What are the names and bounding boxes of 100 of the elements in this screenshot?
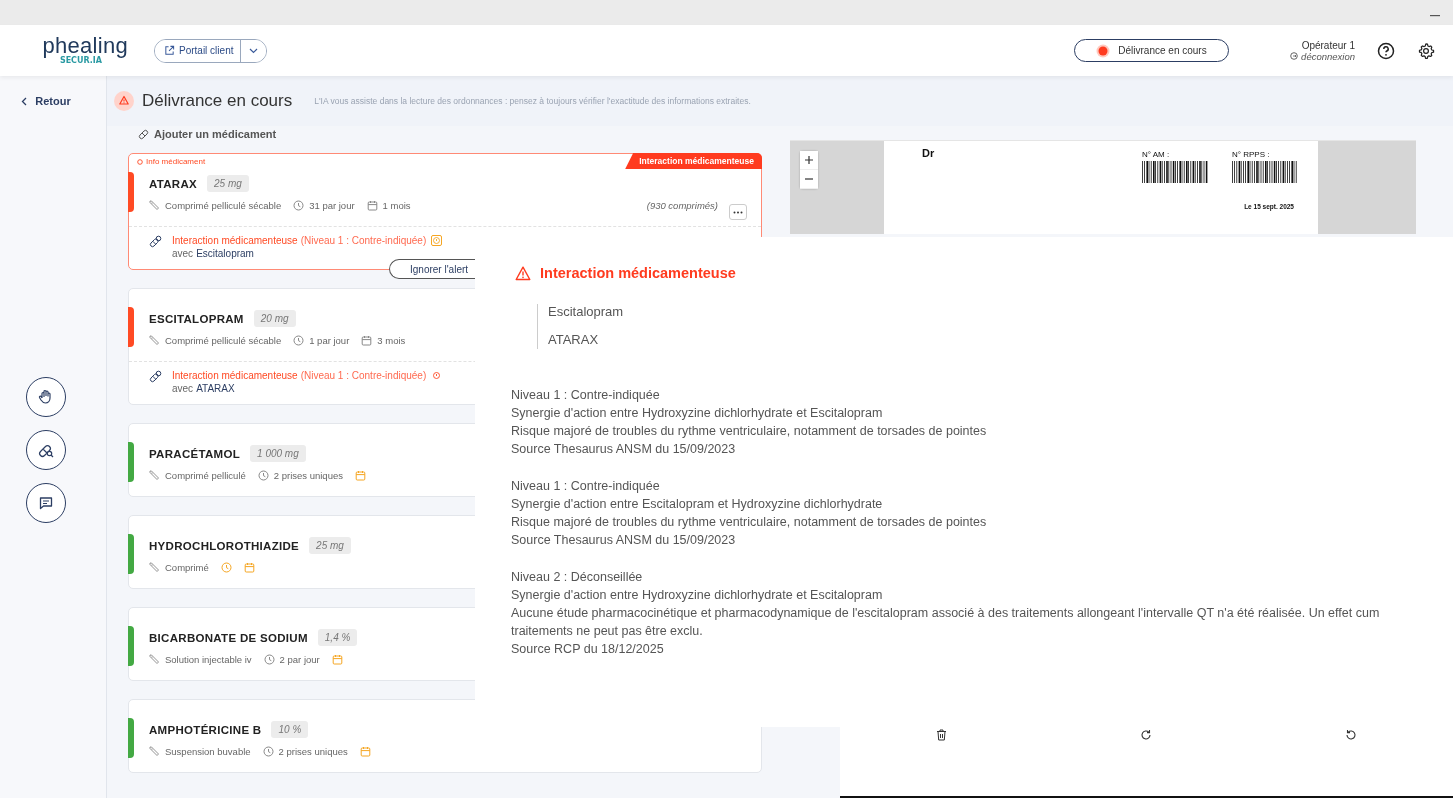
chevron-left-icon xyxy=(21,96,28,106)
tag-icon xyxy=(149,334,160,346)
frequency-text: 2 prises uniques xyxy=(278,745,348,757)
popup-title: Interaction médicamenteuse xyxy=(540,265,736,281)
frequency-text: 2 par jour xyxy=(279,653,320,665)
interaction-detail-line: Niveau 1 : Contre-indiquée xyxy=(511,478,661,495)
frequency-text: 31 par jour xyxy=(309,199,355,211)
zoom-out-button[interactable] xyxy=(800,170,818,189)
interaction-detail-line: traitements ne peut pas être exclu. xyxy=(511,623,704,640)
dose-label: 1 000 mg xyxy=(250,445,306,462)
interaction-detail-line: Niveau 1 : Contre-indiquée xyxy=(511,387,661,404)
barcode-drawing xyxy=(1142,161,1208,183)
chat-icon xyxy=(38,495,54,511)
frequency-text: 2 prises uniques xyxy=(273,469,343,481)
calendar-icon xyxy=(354,469,366,481)
warning-badge-icon xyxy=(114,91,134,111)
operator-name: Opérateur 1 xyxy=(1301,39,1355,51)
logo-wordmark: phealing xyxy=(42,36,128,56)
medication-name: ESCITALOPRAM xyxy=(149,312,244,325)
interaction-detail-line: Niveau 2 : Déconseillée xyxy=(511,569,644,586)
dose-label: 10 % xyxy=(271,721,309,738)
interaction-detail-line: Risque majoré de troubles du rythme ventriculaire, notamment de torsades de pointes xyxy=(511,514,988,531)
am-number-label: N° AM : xyxy=(1142,150,1171,159)
doctor-text: Dr xyxy=(922,147,935,161)
duration-text: 1 mois xyxy=(382,199,411,211)
trash-icon[interactable] xyxy=(936,729,948,741)
plus-icon xyxy=(805,156,813,164)
info-label: Info médicament xyxy=(137,157,206,166)
interaction-detail-line: Synergie d'action entre Hydroxyzine dichlorhydrate et Escitalopram xyxy=(511,405,884,422)
calendar-icon xyxy=(361,334,373,346)
minimize-icon[interactable] xyxy=(1430,15,1440,17)
calendar-icon xyxy=(331,653,343,665)
interaction-tag: Interaction médicamenteuse xyxy=(625,153,762,169)
help-icon[interactable] xyxy=(1377,41,1395,60)
clock-icon xyxy=(293,334,305,346)
back-link[interactable]: Retour xyxy=(21,95,71,107)
interaction-detail-line: Synergie d'action entre Hydroxyzine dichlorhydrate et Escitalopram xyxy=(511,587,884,604)
form-text: Comprimé pelliculé sécable xyxy=(165,334,282,346)
pills-icon xyxy=(149,370,162,383)
interaction-detail-line: Aucune étude pharmacocinétique et pharmacodynamique de l'escitalopram associé à des traitements allongeant l'intervalle QT n'a été réalisée. Un effet cum xyxy=(511,605,1381,622)
medication-name: PARACÉTAMOL xyxy=(149,447,241,460)
dose-label: 25 mg xyxy=(309,537,351,554)
zoom-in-button[interactable] xyxy=(800,151,818,170)
external-link-icon xyxy=(164,45,175,56)
logo-tagline: SECUR.IA xyxy=(59,56,102,65)
form-text: Comprimé pelliculé sécable xyxy=(165,199,282,211)
add-medication-link[interactable]: Ajouter un médicament xyxy=(138,126,762,142)
interaction-drug: Escitalopram xyxy=(196,248,254,259)
frequency-text: 1 par jour xyxy=(309,334,350,346)
hand-check-button[interactable] xyxy=(26,377,66,417)
medication-name: ATARAX xyxy=(149,177,197,190)
form-text: Suspension buvable xyxy=(165,745,251,757)
barcode-drawing xyxy=(1232,161,1298,183)
portal-button[interactable]: Portail client xyxy=(155,39,242,62)
logout-link[interactable]: déconnexion xyxy=(1290,50,1355,62)
clock-icon xyxy=(257,469,269,481)
clock-icon xyxy=(220,561,232,573)
drug-name: Escitalopram xyxy=(548,304,625,319)
warning-icon xyxy=(515,265,531,281)
medication-name: AMPHOTÉRICINE B xyxy=(149,723,262,736)
tag-icon xyxy=(149,469,160,481)
interaction-detail-line: Source RCP du 18/12/2025 xyxy=(511,641,665,658)
pill-plus-icon xyxy=(138,128,150,140)
interaction-with-label: avec xyxy=(172,248,194,259)
info-banner-text: L'IA vous assiste dans la lecture des ordonnances : pensez à toujours vérifier l'exactitude des informations extraites. xyxy=(314,96,751,106)
caret-icon xyxy=(249,47,259,54)
interaction-detail-line: Risque majoré de troubles du rythme ventriculaire, notamment de torsades de pointes xyxy=(511,423,988,440)
record-dot-icon xyxy=(1096,43,1111,58)
interaction-with-label: avec xyxy=(172,383,194,394)
info-dot-icon xyxy=(137,158,143,165)
chat-button[interactable] xyxy=(26,483,66,523)
rotate-right-icon[interactable] xyxy=(1140,729,1152,741)
dose-label: 25 mg xyxy=(207,175,249,192)
tag-icon xyxy=(149,199,160,211)
settings-icon[interactable] xyxy=(1417,41,1435,60)
interaction-drug: ATARAX xyxy=(196,383,235,394)
calendar-icon xyxy=(243,561,255,573)
rotate-left-icon[interactable] xyxy=(1344,729,1357,741)
calendar-icon xyxy=(366,199,378,211)
rpps-number-label: N° RPPS : xyxy=(1232,150,1271,159)
tag-icon xyxy=(149,653,160,665)
drug-name: ATARAX xyxy=(548,332,600,347)
calendar-icon xyxy=(359,745,371,757)
minus-icon xyxy=(805,178,813,180)
clock-icon xyxy=(263,653,275,665)
tag-icon xyxy=(149,561,160,573)
status-pill[interactable]: Délivrance en cours xyxy=(1074,39,1229,62)
interaction-detail-line: Source Thesaurus ANSM du 15/09/2023 xyxy=(511,441,737,458)
more-icon xyxy=(733,210,743,214)
logout-icon xyxy=(1290,52,1299,60)
quantity-text: (930 comprimés) xyxy=(646,199,718,211)
clock-icon xyxy=(293,199,305,211)
tag-icon xyxy=(149,745,160,757)
pills-icon xyxy=(149,235,162,248)
pill-search-button[interactable] xyxy=(26,430,66,470)
dose-label: 1,4 % xyxy=(317,629,358,646)
dose-label: 20 mg xyxy=(253,310,296,327)
form-text: Comprimé xyxy=(165,561,209,573)
interaction-level: (Niveau 1 : Contre-indiquée) xyxy=(300,370,427,381)
form-text: Solution injectable iv xyxy=(165,653,252,665)
